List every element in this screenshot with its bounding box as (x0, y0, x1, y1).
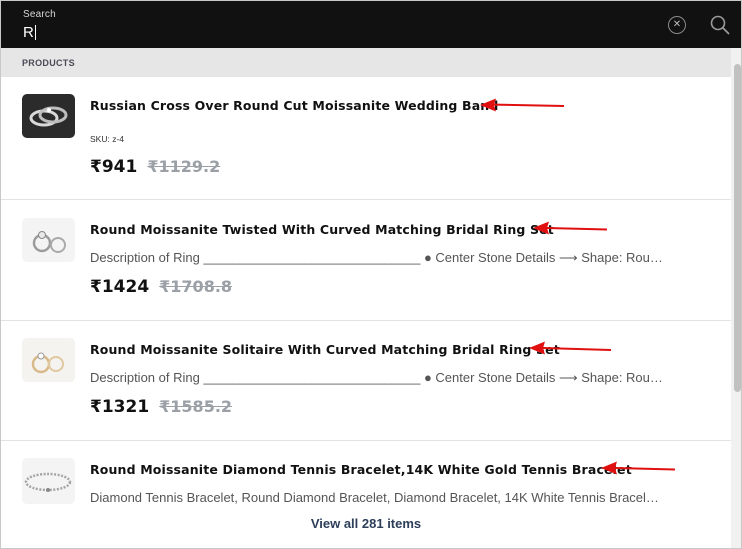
product-title[interactable]: Round Moissanite Twisted With Curved Mat… (90, 222, 554, 237)
search-button[interactable] (709, 14, 731, 36)
product-thumbnail[interactable] (22, 218, 75, 262)
search-input[interactable]: R (23, 22, 623, 42)
search-label: Search (23, 9, 56, 20)
product-thumbnail[interactable] (22, 458, 75, 504)
product-old-price: ₹1585.2 (159, 397, 233, 416)
scrollbar-thumb[interactable] (734, 64, 741, 392)
product-description: Diamond Tennis Bracelet, Round Diamond B… (90, 490, 665, 505)
close-icon: ✕ (672, 19, 682, 30)
product-price: ₹1424 (90, 277, 150, 297)
search-dropdown-window: Search R ✕ PRODUCTS Russian Cross Over R… (0, 0, 742, 549)
search-icon (710, 15, 730, 35)
product-sku: SKU: z-4 (90, 134, 125, 144)
product-thumbnail[interactable] (22, 338, 75, 382)
text-caret (34, 24, 36, 40)
annotation-arrow (529, 341, 612, 355)
section-title: PRODUCTS (22, 58, 75, 68)
product-result-item[interactable]: Round Moissanite Diamond Tennis Bracelet… (1, 441, 731, 548)
scrollbar[interactable] (731, 48, 741, 548)
view-all-link[interactable]: View all 281 items (1, 516, 731, 531)
product-price: ₹941 (90, 157, 138, 177)
annotation-arrow (533, 221, 608, 235)
product-title[interactable]: Round Moissanite Solitaire With Curved M… (90, 342, 560, 357)
search-bar: Search R ✕ (1, 1, 741, 48)
product-title[interactable]: Russian Cross Over Round Cut Moissanite … (90, 98, 498, 113)
product-result-item[interactable]: Round Moissanite Twisted With Curved Mat… (1, 200, 731, 321)
product-result-item[interactable]: Russian Cross Over Round Cut Moissanite … (1, 77, 731, 200)
product-thumbnail[interactable] (22, 94, 75, 138)
product-result-item[interactable]: Round Moissanite Solitaire With Curved M… (1, 321, 731, 441)
search-input-value[interactable]: R (23, 24, 34, 41)
section-header: PRODUCTS (1, 48, 731, 77)
price-row: ₹941 ₹1129.2 (90, 157, 220, 177)
price-row: ₹1424 ₹1708.8 (90, 277, 232, 297)
product-old-price: ₹1708.8 (159, 277, 233, 296)
product-description: Description of Ring ____________________… (90, 250, 665, 265)
product-price: ₹1321 (90, 397, 150, 417)
clear-search-button[interactable]: ✕ (668, 16, 686, 34)
product-old-price: ₹1129.2 (147, 157, 221, 176)
price-row: ₹1321 ₹1585.2 (90, 397, 232, 417)
annotation-arrow (480, 98, 565, 112)
product-title[interactable]: Round Moissanite Diamond Tennis Bracelet… (90, 462, 632, 477)
annotation-arrow (601, 461, 676, 475)
product-description: Description of Ring ____________________… (90, 370, 665, 385)
